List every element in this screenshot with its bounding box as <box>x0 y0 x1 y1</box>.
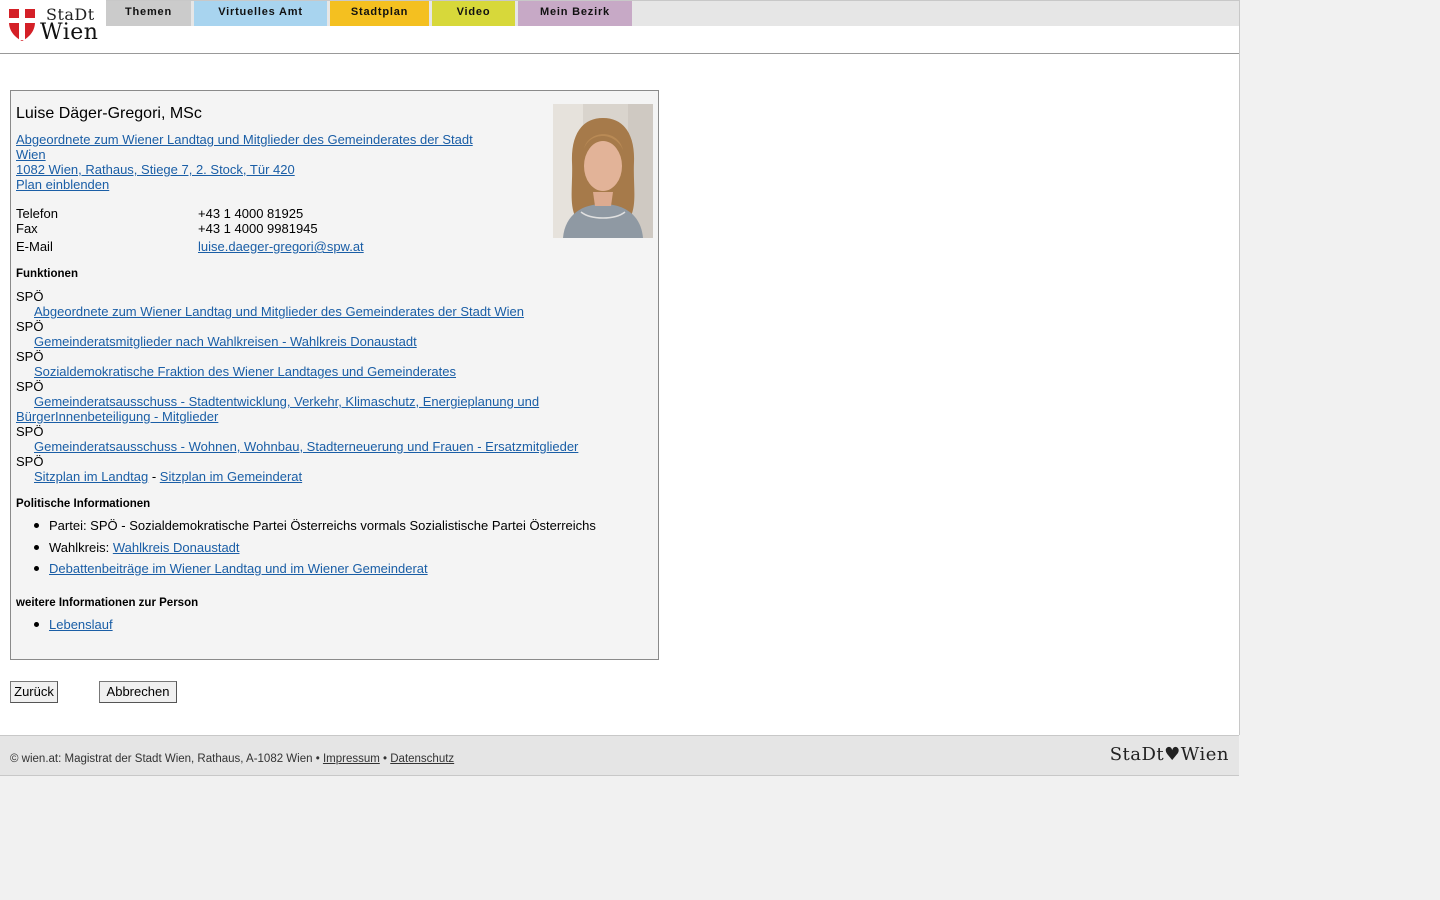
party-label: SPÖ <box>16 424 44 439</box>
wahlkreis-label: Wahlkreis: <box>49 540 110 555</box>
phone-value: +43 1 4000 81925 <box>198 206 304 221</box>
function-link[interactable]: Gemeinderatsausschuss - Stadtentwicklung… <box>34 394 539 409</box>
political-info-heading: Politische Informationen <box>16 498 151 510</box>
party-label: SPÖ <box>16 349 44 364</box>
function-link[interactable]: Gemeinderatsmitglieder nach Wahlkreisen … <box>34 334 417 349</box>
footer-stadt-wien-logo[interactable]: StaDt♥Wien <box>1110 744 1229 765</box>
sitzplan-gemeinderat-link[interactable]: Sitzplan im Gemeinderat <box>160 469 302 484</box>
wahlkreis-link[interactable]: Wahlkreis Donaustadt <box>113 540 240 555</box>
content-area: StaDt Wien Themen Virtuelles Amt Stadtpl… <box>0 0 1240 735</box>
main-navigation: Themen Virtuelles Amt Stadtplan Video Me… <box>106 0 1239 26</box>
role-link[interactable]: Abgeordnete zum Wiener Landtag und Mitgl… <box>16 132 473 147</box>
wien-shield-icon <box>9 9 35 41</box>
list-bullet <box>34 622 39 627</box>
cancel-button[interactable]: Abbrechen <box>99 681 177 703</box>
party-label: SPÖ <box>16 289 44 304</box>
footer-text: © wien.at: Magistrat der Stadt Wien, Rat… <box>10 753 454 765</box>
nav-tab-video[interactable]: Video <box>432 1 515 26</box>
functions-heading: Funktionen <box>16 268 78 280</box>
header: StaDt Wien Themen Virtuelles Amt Stadtpl… <box>0 0 1239 54</box>
list-bullet <box>34 545 39 550</box>
address-link[interactable]: 1082 Wien, Rathaus, Stiege 7, 2. Stock, … <box>16 162 295 177</box>
fax-value: +43 1 4000 9981945 <box>198 221 318 236</box>
sitzplan-landtag-link[interactable]: Sitzplan im Landtag <box>34 469 148 484</box>
person-photo <box>553 104 653 238</box>
footer: © wien.at: Magistrat der Stadt Wien, Rat… <box>0 735 1239 776</box>
party-label: SPÖ <box>16 319 44 334</box>
sitzplan-separator: - <box>151 469 157 484</box>
page: StaDt Wien Themen Virtuelles Amt Stadtpl… <box>0 0 1240 900</box>
role-link-continued[interactable]: Wien <box>16 147 46 162</box>
list-bullet <box>34 523 39 528</box>
footer-copyright: © wien.at: Magistrat der Stadt Wien, Rat… <box>10 753 320 765</box>
datenschutz-link[interactable]: Datenschutz <box>390 753 454 765</box>
back-button[interactable]: Zurück <box>10 681 58 703</box>
party-info: Partei: SPÖ - Sozialdemokratische Partei… <box>49 518 596 533</box>
debatten-link[interactable]: Debattenbeiträge im Wiener Landtag und i… <box>49 561 428 576</box>
function-link[interactable]: Sozialdemokratische Fraktion des Wiener … <box>34 364 456 379</box>
stadt-wien-logo[interactable]: StaDt Wien <box>6 4 102 46</box>
phone-label: Telefon <box>16 206 58 221</box>
email-link[interactable]: luise.daeger-gregori@spw.at <box>198 239 364 254</box>
nav-tab-themen[interactable]: Themen <box>106 1 191 26</box>
function-link[interactable]: Gemeinderatsausschuss - Wohnen, Wohnbau,… <box>34 439 578 454</box>
footer-bullet: • <box>383 753 388 765</box>
person-card: Luise Däger-Gregori, MSc Abgeordnete zum… <box>10 90 659 660</box>
party-label: SPÖ <box>16 379 44 394</box>
plan-einblenden-link[interactable]: Plan einblenden <box>16 177 109 192</box>
list-bullet <box>34 566 39 571</box>
person-name: Luise Däger-Gregori, MSc <box>16 105 202 122</box>
email-label: E-Mail <box>16 239 53 254</box>
lebenslauf-link[interactable]: Lebenslauf <box>49 617 113 632</box>
nav-tab-stadtplan[interactable]: Stadtplan <box>330 1 429 26</box>
function-link-continued[interactable]: BürgerInnenbeteiligung - Mitglieder <box>16 409 218 424</box>
sitzplan-row: Sitzplan im Landtag - Sitzplan im Gemein… <box>34 469 302 484</box>
impressum-link[interactable]: Impressum <box>323 753 380 765</box>
party-label: SPÖ <box>16 454 44 469</box>
nav-tab-virtuelles-amt[interactable]: Virtuelles Amt <box>194 1 327 26</box>
more-info-heading: weitere Informationen zur Person <box>16 597 199 609</box>
nav-tab-mein-bezirk[interactable]: Mein Bezirk <box>518 1 632 26</box>
logo-wien-text: Wien <box>40 20 99 45</box>
function-link[interactable]: Abgeordnete zum Wiener Landtag und Mitgl… <box>34 304 524 319</box>
wahlkreis-info: Wahlkreis: Wahlkreis Donaustadt <box>49 540 240 555</box>
fax-label: Fax <box>16 221 38 236</box>
